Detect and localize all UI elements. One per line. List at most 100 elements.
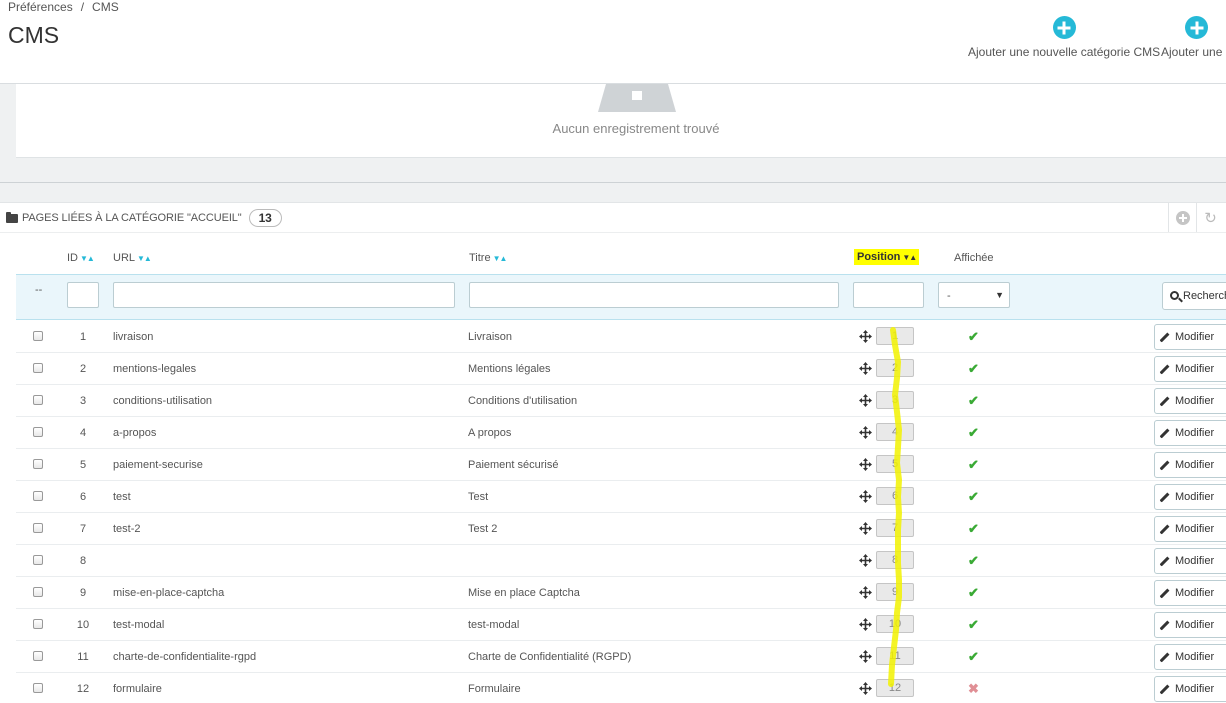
edit-button[interactable]: Modifier [1154, 356, 1226, 382]
table-row[interactable]: 3 conditions-utilisation Conditions d'util… [16, 385, 1226, 417]
filter-url-input[interactable] [113, 282, 455, 308]
move-arrows-icon[interactable] [859, 618, 872, 631]
edit-button[interactable]: Modifier [1154, 388, 1226, 414]
row-checkbox[interactable] [33, 683, 43, 693]
row-checkbox[interactable] [33, 459, 43, 469]
position-value[interactable]: 7 [876, 519, 914, 537]
table-row[interactable]: 10 test-modal test-modal 10 ✔ Modifier [16, 609, 1226, 641]
move-arrows-icon[interactable] [859, 362, 872, 375]
check-icon[interactable]: ✔ [968, 649, 979, 665]
edit-button[interactable]: Modifier [1154, 484, 1226, 510]
move-arrows-icon[interactable] [859, 586, 872, 599]
cross-icon[interactable]: ✖ [968, 681, 979, 697]
row-checkbox[interactable] [33, 427, 43, 437]
row-url: charte-de-confidentialite-rgpd [113, 651, 257, 663]
row-checkbox[interactable] [33, 395, 43, 405]
row-id: 7 [79, 523, 87, 535]
edit-button[interactable]: Modifier [1154, 516, 1226, 542]
move-arrows-icon[interactable] [859, 426, 872, 439]
pencil-icon [1159, 684, 1170, 695]
sort-arrows-icon[interactable]: ▼▲ [137, 254, 152, 263]
filter-title-input[interactable] [469, 282, 839, 308]
position-value[interactable]: 12 [876, 679, 914, 697]
move-arrows-icon[interactable] [859, 330, 872, 343]
check-icon[interactable]: ✔ [968, 361, 979, 377]
move-arrows-icon[interactable] [859, 554, 872, 567]
table-row[interactable]: 12 formulaire Formulaire 12 ✖ Modifier [16, 673, 1226, 703]
check-icon[interactable]: ✔ [968, 553, 979, 569]
filter-id-input[interactable] [67, 282, 99, 308]
row-checkbox[interactable] [33, 619, 43, 629]
check-icon[interactable]: ✔ [968, 329, 979, 345]
row-checkbox[interactable] [33, 523, 43, 533]
position-value[interactable]: 9 [876, 583, 914, 601]
row-checkbox[interactable] [33, 651, 43, 661]
check-icon[interactable]: ✔ [968, 521, 979, 537]
column-header-id[interactable]: ID ▼▲ [67, 252, 95, 264]
sort-arrows-icon[interactable]: ▼▲ [80, 254, 95, 263]
breadcrumb-parent[interactable]: Préférences [8, 0, 73, 14]
position-value[interactable]: 4 [876, 423, 914, 441]
add-page-button[interactable]: Ajouter une p [1161, 16, 1226, 59]
check-icon[interactable]: ✔ [968, 457, 979, 473]
position-value[interactable]: 6 [876, 487, 914, 505]
position-value[interactable]: 5 [876, 455, 914, 473]
pencil-icon [1159, 428, 1170, 439]
row-checkbox[interactable] [33, 587, 43, 597]
column-header-url[interactable]: URL ▼▲ [113, 252, 152, 264]
move-arrows-icon[interactable] [859, 394, 872, 407]
position-value[interactable]: 3 [876, 391, 914, 409]
table-row[interactable]: 9 mise-en-place-captcha Mise en place Capt… [16, 577, 1226, 609]
edit-button[interactable]: Modifier [1154, 580, 1226, 606]
check-icon[interactable]: ✔ [968, 585, 979, 601]
sort-arrows-icon[interactable]: ▼▲ [493, 254, 508, 263]
table-row[interactable]: 6 test Test 6 ✔ Modifier [16, 481, 1226, 513]
check-icon[interactable]: ✔ [968, 393, 979, 409]
row-url: paiement-securise [113, 459, 203, 471]
add-category-button[interactable]: Ajouter une nouvelle catégorie CMS [968, 16, 1160, 59]
row-checkbox[interactable] [33, 363, 43, 373]
move-arrows-icon[interactable] [859, 458, 872, 471]
column-header-position[interactable]: Position ▼▲ [854, 249, 920, 265]
edit-button[interactable]: Modifier [1154, 612, 1226, 638]
edit-button[interactable]: Modifier [1154, 548, 1226, 574]
table-row[interactable]: 5 paiement-securise Paiement sécurisé 5 ✔ Mod… [16, 449, 1226, 481]
table-row[interactable]: 1 livraison Livraison 1 ✔ Modifier [16, 321, 1226, 353]
column-header-title[interactable]: Titre ▼▲ [469, 252, 508, 264]
position-value[interactable]: 8 [876, 551, 914, 569]
row-checkbox[interactable] [33, 555, 43, 565]
filter-displayed-select[interactable]: - ▼ [938, 282, 1010, 308]
edit-button[interactable]: Modifier [1154, 420, 1226, 446]
move-arrows-icon[interactable] [859, 522, 872, 535]
filter-position-input[interactable] [853, 282, 924, 308]
table-row[interactable]: 4 a-propos A propos 4 ✔ Modifier [16, 417, 1226, 449]
move-arrows-icon[interactable] [859, 490, 872, 503]
check-icon[interactable]: ✔ [968, 489, 979, 505]
position-value[interactable]: 1 [876, 327, 914, 345]
check-icon[interactable]: ✔ [968, 425, 979, 441]
sort-arrows-icon[interactable]: ▼▲ [902, 253, 917, 262]
folder-icon [6, 211, 18, 223]
pencil-icon [1159, 460, 1170, 471]
add-page-label: Ajouter une p [1161, 45, 1226, 59]
position-value[interactable]: 2 [876, 359, 914, 377]
edit-button[interactable]: Modifier [1154, 676, 1226, 702]
edit-button[interactable]: Modifier [1154, 452, 1226, 478]
edit-button[interactable]: Modifier [1154, 324, 1226, 350]
position-value[interactable]: 10 [876, 615, 914, 633]
add-page-tool[interactable] [1168, 203, 1196, 232]
row-checkbox[interactable] [33, 491, 43, 501]
search-button[interactable]: Recherche [1162, 282, 1226, 310]
edit-button[interactable]: Modifier [1154, 644, 1226, 670]
move-arrows-icon[interactable] [859, 682, 872, 695]
table-row[interactable]: 8 8 ✔ Modifier [16, 545, 1226, 577]
table-row[interactable]: 2 mentions-legales Mentions légales 2 ✔ Modif… [16, 353, 1226, 385]
check-icon[interactable]: ✔ [968, 617, 979, 633]
row-title: Livraison [468, 331, 513, 343]
table-row[interactable]: 7 test-2 Test 2 7 ✔ Modifier [16, 513, 1226, 545]
move-arrows-icon[interactable] [859, 650, 872, 663]
row-checkbox[interactable] [33, 331, 43, 341]
table-row[interactable]: 11 charte-de-confidentialite-rgpd Charte d… [16, 641, 1226, 673]
refresh-tool[interactable]: ↻ [1196, 203, 1224, 232]
position-value[interactable]: 11 [876, 647, 914, 665]
